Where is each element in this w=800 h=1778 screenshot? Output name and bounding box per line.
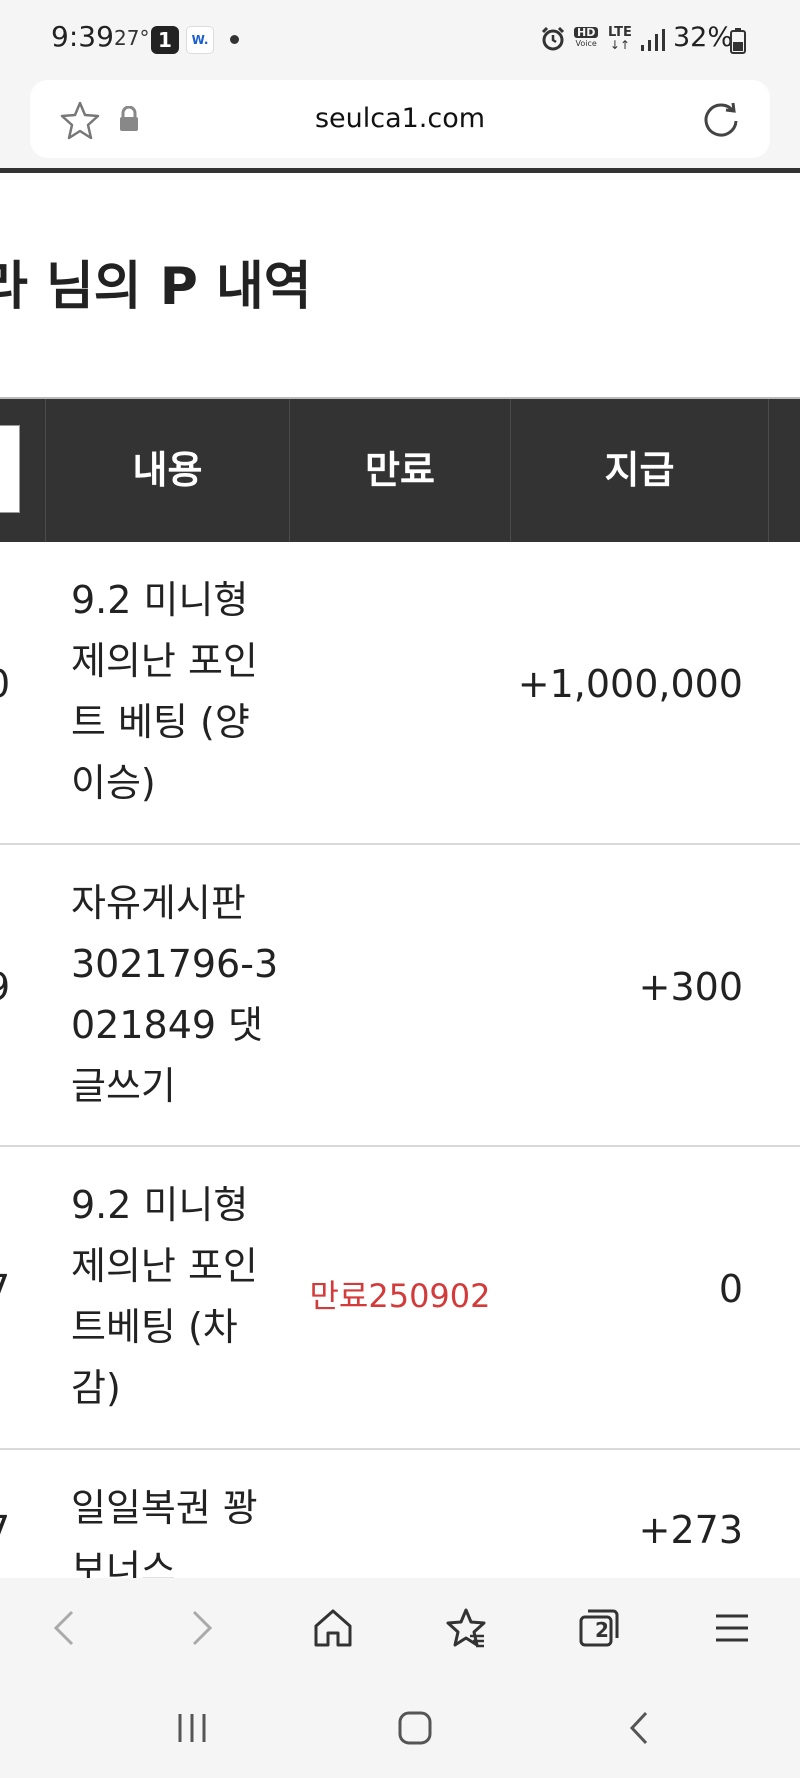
row-number: 7	[0, 1508, 26, 1552]
row-amount: +273	[638, 1508, 743, 1552]
battery-icon	[730, 28, 746, 54]
row-amount: +1,000,000	[517, 662, 743, 706]
bookmark-star-icon[interactable]	[60, 100, 100, 140]
home-button[interactable]	[267, 1578, 401, 1678]
home-square-icon	[398, 1711, 432, 1745]
recent-apps-button[interactable]	[132, 1678, 252, 1778]
more-notifications-dot-icon	[230, 35, 239, 44]
table-row: 0 9.2 미니형 제의난 포인트 베팅 (양이승) +1,000,000	[0, 542, 800, 845]
row-amount: 0	[718, 1267, 743, 1311]
row-number: 0	[0, 662, 26, 706]
signal-strength-icon	[641, 29, 665, 51]
header-content: 내용	[132, 448, 203, 492]
bookmarks-button[interactable]	[400, 1578, 534, 1678]
home-icon	[314, 1609, 352, 1647]
page-title: 라 님의 P 내역	[0, 257, 312, 317]
row-number: 9	[0, 965, 26, 1009]
reload-icon[interactable]	[700, 98, 742, 140]
address-url[interactable]: seulca1.com	[30, 80, 770, 158]
row-expiry: 만료250902	[309, 1277, 491, 1315]
back-button[interactable]	[0, 1578, 134, 1678]
notification-count-badge: 1	[151, 26, 179, 54]
system-navigation-bar	[0, 1678, 800, 1778]
page-top-divider	[0, 168, 800, 173]
select-all-checkbox[interactable]: ⁄	[0, 425, 20, 513]
alarm-icon	[541, 26, 565, 51]
forward-button[interactable]	[134, 1578, 268, 1678]
header-payment: 지급	[604, 448, 675, 492]
row-content: 9.2 미니형 제의난 포인트 베팅 (양이승)	[71, 578, 258, 805]
voice-label: Voice	[575, 39, 597, 48]
row-number: 7	[0, 1267, 26, 1311]
status-temperature: 27°	[114, 26, 150, 50]
browser-bottom-bar: 2	[0, 1578, 800, 1678]
row-content: 9.2 미니형 제의난 포인트베팅 (차감)	[71, 1183, 258, 1410]
row-amount: +300	[638, 965, 743, 1009]
recent-apps-icon	[178, 1714, 206, 1742]
tabs-button[interactable]: 2	[533, 1578, 667, 1678]
header-expiry: 만료	[365, 448, 435, 492]
menu-button[interactable]	[666, 1578, 800, 1678]
address-bar[interactable]: seulca1.com	[30, 80, 770, 158]
system-back-button[interactable]	[580, 1678, 700, 1778]
table-header: ⁄ 내용 만료 지급	[0, 397, 800, 542]
row-content: 자유게시판 3021796-3021849 댓글쓰기	[71, 881, 279, 1108]
tab-count: 2	[595, 1618, 609, 1642]
system-home-button[interactable]	[355, 1678, 475, 1778]
browser-toolbar: seulca1.com	[0, 78, 800, 170]
network-indicator: LTE ↓↑	[608, 26, 632, 52]
header-divider	[768, 399, 769, 542]
table-row: 7 9.2 미니형 제의난 포인트베팅 (차감) 만료250902 0	[0, 1147, 800, 1450]
hamburger-menu-icon	[716, 1614, 748, 1642]
lock-icon[interactable]	[118, 106, 140, 132]
chevron-left-icon	[53, 1610, 74, 1646]
hd-label: HD	[574, 27, 599, 38]
status-time: 9:39	[51, 20, 114, 53]
app-notification-icon: W.	[186, 26, 214, 54]
table-row: 9 자유게시판 3021796-3021849 댓글쓰기 +300	[0, 845, 800, 1147]
hd-voice-indicator: HD Voice	[574, 27, 599, 49]
data-arrows-icon: ↓↑	[609, 38, 630, 52]
chevron-right-icon	[192, 1610, 213, 1646]
bookmarks-star-icon	[446, 1608, 486, 1648]
status-bar: 9:39 27° 1 W. HD Voice LTE ↓↑ 32%	[0, 0, 800, 78]
battery-percentage: 32%	[673, 22, 734, 53]
back-chevron-icon	[629, 1711, 648, 1745]
